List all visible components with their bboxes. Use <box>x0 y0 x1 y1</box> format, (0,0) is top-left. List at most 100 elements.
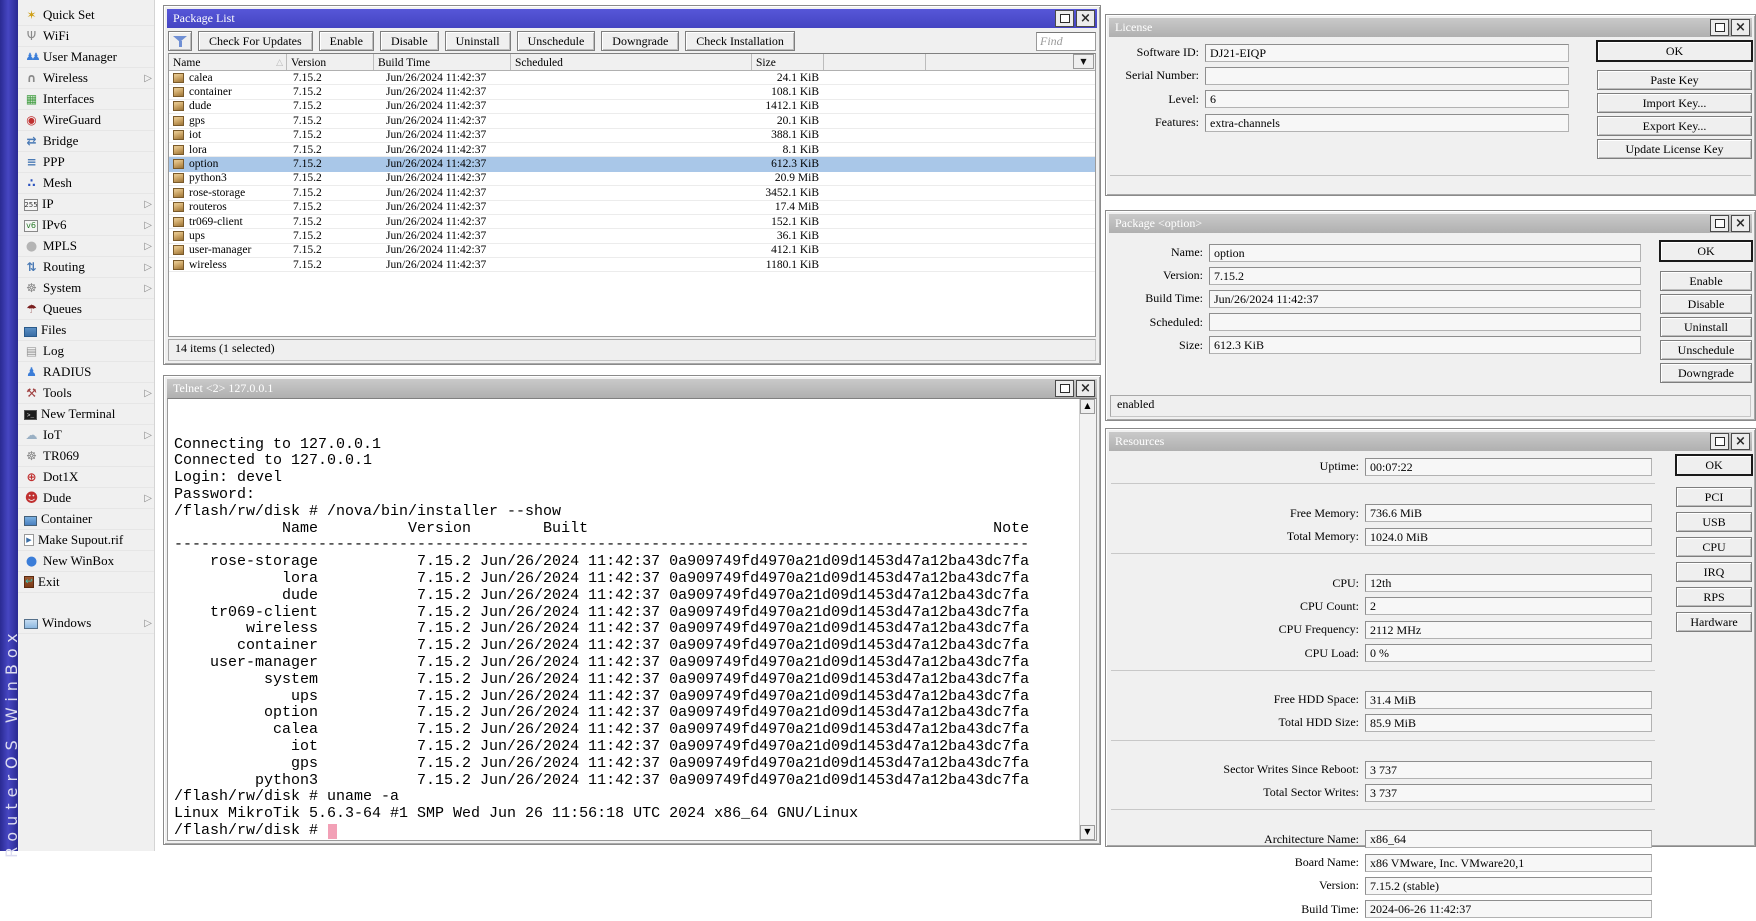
sidebar-item[interactable]: IP ▷ <box>18 194 154 215</box>
maximize-button[interactable] <box>1710 215 1729 232</box>
package-row[interactable]: rose-storage 7.15.2 Jun/26/2024 11:42:37… <box>169 186 1095 200</box>
dialog-button[interactable]: Enable <box>1660 271 1752 291</box>
package-row[interactable]: ups 7.15.2 Jun/26/2024 11:42:37 36.1 KiB <box>169 229 1095 243</box>
field-value-box[interactable]: 2112 MHz <box>1365 621 1652 639</box>
field-value-box[interactable]: 00:07:22 <box>1365 458 1652 476</box>
field-value-box[interactable]: extra-channels <box>1205 114 1569 132</box>
sidebar-item[interactable]: Bridge <box>18 131 154 152</box>
dialog-button[interactable]: USB <box>1676 512 1752 532</box>
filter-button[interactable] <box>168 31 192 51</box>
field-value-box[interactable]: DJ21-EIQP <box>1205 44 1569 62</box>
sidebar-item[interactable]: Queues <box>18 299 154 320</box>
maximize-button[interactable] <box>1710 19 1729 36</box>
sidebar-item[interactable]: Dude ▷ <box>18 488 154 509</box>
field-value-box[interactable]: 2024-06-26 11:42:37 <box>1365 900 1652 918</box>
field-value-box[interactable]: 6 <box>1205 90 1569 108</box>
field-value-box[interactable] <box>1205 67 1569 85</box>
column-header-version[interactable]: Version <box>287 54 374 70</box>
dialog-button[interactable]: OK <box>1597 41 1752 61</box>
dialog-button[interactable]: RPS <box>1676 587 1752 607</box>
field-value-box[interactable] <box>1209 313 1641 331</box>
sidebar-item[interactable]: MPLS ▷ <box>18 236 154 257</box>
dialog-button[interactable]: Paste Key <box>1597 70 1752 90</box>
field-value-box[interactable]: Jun/26/2024 11:42:37 <box>1209 290 1641 308</box>
sidebar-item[interactable]: Container <box>18 509 154 530</box>
find-input[interactable] <box>1036 32 1096 51</box>
sidebar-item[interactable]: New Terminal <box>18 404 154 425</box>
close-button[interactable]: × <box>1076 10 1095 27</box>
dialog-button[interactable]: Update License Key <box>1597 139 1752 159</box>
close-button[interactable]: × <box>1731 19 1750 36</box>
sidebar-item[interactable]: WiFi <box>18 26 154 47</box>
terminal-area[interactable]: Connecting to 127.0.0.1 Connected to 127… <box>167 398 1097 841</box>
column-header-size[interactable]: Size <box>752 54 824 70</box>
toolbar-button[interactable]: Check Installation <box>685 31 795 51</box>
sidebar-item[interactable]: Make Supout.rif <box>18 530 154 551</box>
license-titlebar[interactable]: License × <box>1109 18 1752 37</box>
toolbar-button[interactable]: Check For Updates <box>198 31 313 51</box>
package-row[interactable]: wireless 7.15.2 Jun/26/2024 11:42:37 118… <box>169 258 1095 272</box>
package-row[interactable]: container 7.15.2 Jun/26/2024 11:42:37 10… <box>169 85 1095 99</box>
telnet-titlebar[interactable]: Telnet <2> 127.0.0.1 × <box>167 379 1097 398</box>
scroll-down-button[interactable] <box>1080 825 1095 840</box>
dialog-button[interactable]: Import Key... <box>1597 93 1752 113</box>
package-row[interactable]: dude 7.15.2 Jun/26/2024 11:42:37 1412.1 … <box>169 100 1095 114</box>
package-row[interactable]: iot 7.15.2 Jun/26/2024 11:42:37 388.1 Ki… <box>169 129 1095 143</box>
field-value-box[interactable]: 7.15.2 (stable) <box>1365 877 1652 895</box>
dialog-button[interactable]: PCI <box>1676 487 1752 507</box>
package-row[interactable]: user-manager 7.15.2 Jun/26/2024 11:42:37… <box>169 244 1095 258</box>
column-header-scheduled[interactable]: Scheduled <box>511 54 752 70</box>
toolbar-button[interactable]: Downgrade <box>601 31 679 51</box>
close-button[interactable]: × <box>1731 433 1750 450</box>
field-value-box[interactable]: 1024.0 MiB <box>1365 528 1652 546</box>
close-button[interactable]: × <box>1731 215 1750 232</box>
sidebar-item[interactable]: Windows ▷ <box>18 613 154 634</box>
field-value-box[interactable]: 736.6 MiB <box>1365 504 1652 522</box>
field-value-box[interactable]: 3 737 <box>1365 761 1652 779</box>
field-value-box[interactable]: x86 VMware, Inc. VMware20,1 <box>1365 854 1652 872</box>
toolbar-button[interactable]: Enable <box>319 31 374 51</box>
package-list-titlebar[interactable]: Package List × <box>167 9 1097 28</box>
sidebar-item[interactable]: Tools ▷ <box>18 383 154 404</box>
package-row[interactable]: calea 7.15.2 Jun/26/2024 11:42:37 24.1 K… <box>169 71 1095 85</box>
package-row[interactable]: routeros 7.15.2 Jun/26/2024 11:42:37 17.… <box>169 201 1095 215</box>
sidebar-item[interactable]: System ▷ <box>18 278 154 299</box>
sidebar-item[interactable] <box>18 593 154 613</box>
dialog-button[interactable]: Hardware <box>1676 612 1752 632</box>
scroll-up-button[interactable] <box>1080 399 1095 414</box>
package-option-titlebar[interactable]: Package <option> × <box>1109 214 1752 233</box>
sidebar-item[interactable]: Interfaces <box>18 89 154 110</box>
sidebar-item[interactable]: User Manager <box>18 47 154 68</box>
sidebar-item[interactable]: IPv6 ▷ <box>18 215 154 236</box>
sidebar-item[interactable]: RADIUS <box>18 362 154 383</box>
toolbar-button[interactable]: Unschedule <box>517 31 596 51</box>
field-value-box[interactable]: 612.3 KiB <box>1209 336 1641 354</box>
sidebar-item[interactable]: Files <box>18 320 154 341</box>
field-value-box[interactable]: 31.4 MiB <box>1365 691 1652 709</box>
sidebar-item[interactable]: New WinBox <box>18 551 154 572</box>
toolbar-button[interactable]: Uninstall <box>445 31 511 51</box>
column-header-name[interactable]: Name <box>169 54 287 70</box>
package-row[interactable]: python3 7.15.2 Jun/26/2024 11:42:37 20.9… <box>169 172 1095 186</box>
package-row[interactable]: option 7.15.2 Jun/26/2024 11:42:37 612.3… <box>169 157 1095 171</box>
close-button[interactable]: × <box>1076 380 1095 397</box>
field-value-box[interactable]: option <box>1209 244 1641 262</box>
sidebar-item[interactable]: Quick Set <box>18 5 154 26</box>
field-value-box[interactable]: 7.15.2 <box>1209 267 1641 285</box>
resources-titlebar[interactable]: Resources × <box>1109 432 1752 451</box>
sidebar-item[interactable]: PPP <box>18 152 154 173</box>
sidebar-item[interactable]: Wireless ▷ <box>18 68 154 89</box>
field-value-box[interactable]: 85.9 MiB <box>1365 714 1652 732</box>
column-select-button[interactable] <box>1073 54 1094 69</box>
terminal-scrollbar[interactable] <box>1079 399 1096 840</box>
dialog-button[interactable]: Export Key... <box>1597 116 1752 136</box>
sidebar-item[interactable]: Routing ▷ <box>18 257 154 278</box>
field-value-box[interactable]: x86_64 <box>1365 830 1652 848</box>
dialog-button[interactable]: Uninstall <box>1660 317 1752 337</box>
package-row[interactable]: gps 7.15.2 Jun/26/2024 11:42:37 20.1 KiB <box>169 114 1095 128</box>
toolbar-button[interactable]: Disable <box>380 31 439 51</box>
field-value-box[interactable]: 12th <box>1365 574 1652 592</box>
package-row[interactable]: lora 7.15.2 Jun/26/2024 11:42:37 8.1 KiB <box>169 143 1095 157</box>
sidebar-item[interactable]: Dot1X <box>18 467 154 488</box>
dialog-button[interactable]: CPU <box>1676 537 1752 557</box>
